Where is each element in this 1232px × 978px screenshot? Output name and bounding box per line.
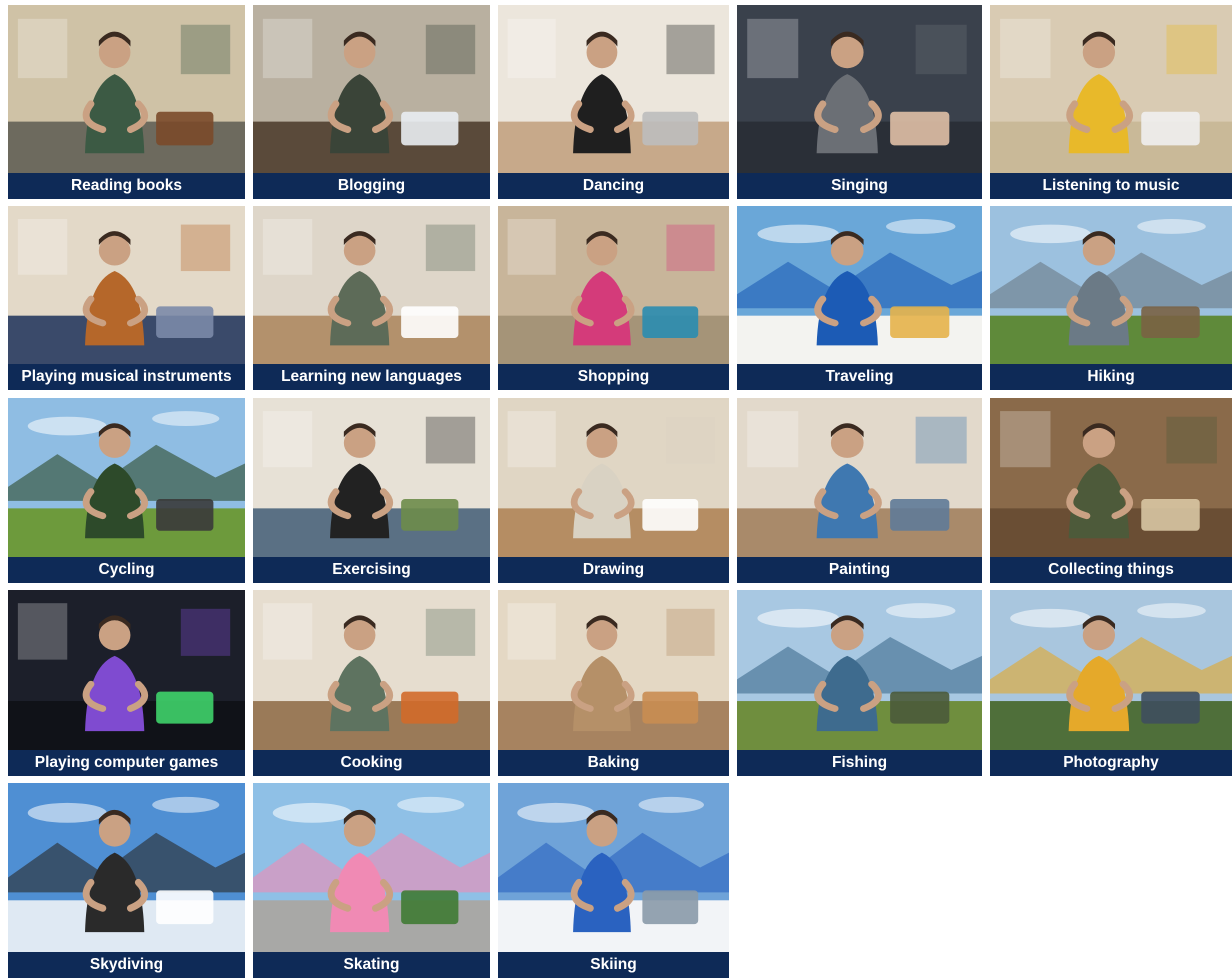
hiking-photo bbox=[990, 206, 1232, 364]
drawing-photo bbox=[498, 398, 729, 557]
hobby-label: Learning new languages bbox=[253, 364, 490, 390]
hobby-label: Reading books bbox=[8, 173, 245, 199]
dancing-photo bbox=[498, 5, 729, 173]
hobby-label: Dancing bbox=[498, 173, 729, 199]
hobby-label: Painting bbox=[737, 557, 982, 583]
blogging-photo bbox=[253, 5, 490, 173]
hobby-label: Skating bbox=[253, 952, 490, 978]
hobby-label: Listening to music bbox=[990, 173, 1232, 199]
playing-musical-instruments-photo bbox=[8, 206, 245, 364]
hobby-label: Photography bbox=[990, 750, 1232, 776]
hobby-tile: Hiking bbox=[990, 206, 1232, 390]
hobby-label: Skydiving bbox=[8, 952, 245, 978]
reading-books-photo bbox=[8, 5, 245, 173]
hobby-label: Blogging bbox=[253, 173, 490, 199]
hobby-tile: Skiing bbox=[498, 783, 729, 978]
hobby-tile: Fishing bbox=[737, 590, 982, 776]
shopping-photo bbox=[498, 206, 729, 364]
cooking-photo bbox=[253, 590, 490, 750]
traveling-photo bbox=[737, 206, 982, 364]
hobby-tile: Collecting things bbox=[990, 398, 1232, 583]
photography-photo bbox=[990, 590, 1232, 750]
hobby-tile: Playing computer games bbox=[8, 590, 245, 776]
hobby-label: Traveling bbox=[737, 364, 982, 390]
baking-photo bbox=[498, 590, 729, 750]
fishing-photo bbox=[737, 590, 982, 750]
hobby-tile: Listening to music bbox=[990, 5, 1232, 199]
painting-photo bbox=[737, 398, 982, 557]
hobby-label: Collecting things bbox=[990, 557, 1232, 583]
hobby-tile: Blogging bbox=[253, 5, 490, 199]
skiing-photo bbox=[498, 783, 729, 952]
hobby-label: Skiing bbox=[498, 952, 729, 978]
hobbies-grid: Reading books Blogging Dancing Singing Liste… bbox=[0, 0, 1232, 978]
skydiving-photo bbox=[8, 783, 245, 952]
hobby-tile: Reading books bbox=[8, 5, 245, 199]
exercising-photo bbox=[253, 398, 490, 557]
hobby-tile: Singing bbox=[737, 5, 982, 199]
hobby-tile: Shopping bbox=[498, 206, 729, 390]
cycling-photo bbox=[8, 398, 245, 557]
hobby-label: Cooking bbox=[253, 750, 490, 776]
hobby-tile: Playing musical instruments bbox=[8, 206, 245, 390]
hobby-label: Playing musical instruments bbox=[8, 364, 245, 390]
listening-to-music-photo bbox=[990, 5, 1232, 173]
playing-computer-games-photo bbox=[8, 590, 245, 750]
collecting-things-photo bbox=[990, 398, 1232, 557]
hobby-tile: Photography bbox=[990, 590, 1232, 776]
hobby-label: Fishing bbox=[737, 750, 982, 776]
hobby-tile: Drawing bbox=[498, 398, 729, 583]
hobby-label: Shopping bbox=[498, 364, 729, 390]
hobby-label: Baking bbox=[498, 750, 729, 776]
singing-photo bbox=[737, 5, 982, 173]
hobby-tile: Exercising bbox=[253, 398, 490, 583]
hobby-tile: Cooking bbox=[253, 590, 490, 776]
learning-new-languages-photo bbox=[253, 206, 490, 364]
hobby-label: Playing computer games bbox=[8, 750, 245, 776]
hobby-tile: Skydiving bbox=[8, 783, 245, 978]
hobby-label: Exercising bbox=[253, 557, 490, 583]
hobby-tile: Dancing bbox=[498, 5, 729, 199]
hobby-label: Hiking bbox=[990, 364, 1232, 390]
hobby-label: Cycling bbox=[8, 557, 245, 583]
hobby-tile: Skating bbox=[253, 783, 490, 978]
hobby-label: Singing bbox=[737, 173, 982, 199]
hobby-label: Drawing bbox=[498, 557, 729, 583]
hobby-tile: Painting bbox=[737, 398, 982, 583]
hobby-tile: Cycling bbox=[8, 398, 245, 583]
hobby-tile: Learning new languages bbox=[253, 206, 490, 390]
skating-photo bbox=[253, 783, 490, 952]
hobby-tile: Baking bbox=[498, 590, 729, 776]
hobby-tile: Traveling bbox=[737, 206, 982, 390]
